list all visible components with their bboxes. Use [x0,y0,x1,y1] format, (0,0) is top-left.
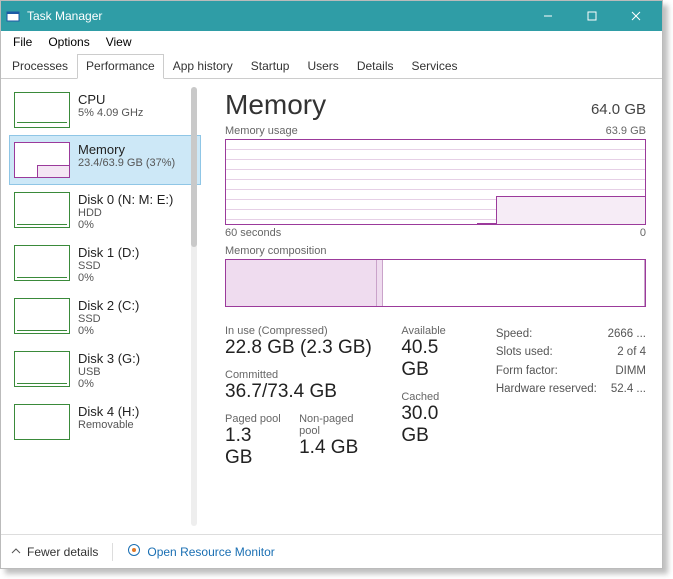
chevron-up-icon [11,545,21,559]
tabbar: Processes Performance App history Startu… [1,53,662,79]
open-resource-monitor-label: Open Resource Monitor [147,545,274,559]
sidebar-item-disk2[interactable]: Disk 2 (C:)SSD0% [9,291,201,344]
sidebar-item-label: Memory [78,142,175,157]
tab-startup[interactable]: Startup [242,54,299,79]
menubar: File Options View [1,31,662,53]
footer-divider [112,543,113,561]
detail-pane: Memory 64.0 GB Memory usage 63.9 GB 60 s… [201,79,662,534]
tab-app-history[interactable]: App history [164,54,242,79]
sidebar-item-disk4[interactable]: Disk 4 (H:)Removable [9,397,201,447]
tab-services[interactable]: Services [403,54,467,79]
paged-value: 1.3 GB [225,425,281,469]
sidebar-item-disk0[interactable]: Disk 0 (N: M: E:)HDD0% [9,185,201,238]
in-use-label: In use (Compressed) [225,325,373,337]
sidebar-item-sub: SSD [78,313,139,325]
sidebar-item-disk1[interactable]: Disk 1 (D:)SSD0% [9,238,201,291]
hw-val: 52.4 ... [611,380,646,398]
tab-details[interactable]: Details [348,54,403,79]
paged-label: Paged pool [225,413,281,425]
page-title: Memory [225,89,326,121]
sidebar-item-label: CPU [78,92,143,107]
disk-thumb [14,245,70,281]
capacity-value: 64.0 GB [591,101,646,118]
axis-right: 0 [640,227,646,239]
footer: Fewer details Open Resource Monitor [1,534,662,568]
cached-label: Cached [401,391,468,403]
cpu-thumb [14,92,70,128]
close-button[interactable] [614,1,658,31]
menu-view[interactable]: View [98,33,140,51]
tab-processes[interactable]: Processes [3,54,77,79]
composition-label: Memory composition [225,245,326,257]
window-title: Task Manager [27,9,526,23]
sidebar-item-label: Disk 3 (G:) [78,351,140,366]
task-manager-window: Task Manager File Options View Processes… [0,0,663,569]
usage-label: Memory usage [225,125,298,137]
speed-key: Speed: [496,325,532,343]
nonpaged-label: Non-paged pool [299,413,373,437]
app-icon [5,8,21,24]
disk-thumb [14,192,70,228]
sidebar-item-memory[interactable]: Memory23.4/63.9 GB (37%) [9,135,201,185]
sidebar-item-sub: HDD [78,207,173,219]
sidebar-item-label: Disk 2 (C:) [78,298,139,313]
sidebar-item-label: Disk 1 (D:) [78,245,139,260]
resource-monitor-icon [127,543,141,560]
disk-thumb [14,404,70,440]
open-resource-monitor-link[interactable]: Open Resource Monitor [127,543,274,560]
minimize-button[interactable] [526,1,570,31]
sidebar-item-pct: 0% [78,219,173,231]
sidebar-scrollbar[interactable] [191,87,197,526]
usage-max: 63.9 GB [606,125,646,137]
sidebar-item-pct: 0% [78,272,139,284]
sidebar-item-pct: 0% [78,325,139,337]
form-key: Form factor: [496,362,558,380]
slots-key: Slots used: [496,343,553,361]
sidebar-item-sub: SSD [78,260,139,272]
sidebar-item-sub: 5% 4.09 GHz [78,107,143,119]
disk-thumb [14,351,70,387]
sidebar-item-sub: Removable [78,419,139,431]
menu-options[interactable]: Options [40,33,97,51]
form-val: DIMM [615,362,646,380]
sidebar-item-disk3[interactable]: Disk 3 (G:)USB0% [9,344,201,397]
axis-left: 60 seconds [225,227,281,239]
memory-usage-chart [225,139,646,225]
disk-thumb [14,298,70,334]
available-value: 40.5 GB [401,337,468,381]
slots-val: 2 of 4 [617,343,646,361]
committed-label: Committed [225,369,373,381]
in-use-value: 22.8 GB (2.3 GB) [225,337,373,359]
menu-file[interactable]: File [5,33,40,51]
committed-value: 36.7/73.4 GB [225,381,373,403]
cached-value: 30.0 GB [401,403,468,447]
titlebar[interactable]: Task Manager [1,1,662,31]
sidebar-item-label: Disk 0 (N: M: E:) [78,192,173,207]
tab-users[interactable]: Users [298,54,347,79]
memory-composition-chart [225,259,646,307]
sidebar-item-sub: 23.4/63.9 GB (37%) [78,157,175,169]
sidebar-item-label: Disk 4 (H:) [78,404,139,419]
fewer-details-button[interactable]: Fewer details [11,545,98,559]
fewer-details-label: Fewer details [27,545,98,559]
maximize-button[interactable] [570,1,614,31]
tab-performance[interactable]: Performance [77,54,164,79]
sidebar-item-pct: 0% [78,378,140,390]
hw-key: Hardware reserved: [496,380,597,398]
sidebar-item-cpu[interactable]: CPU5% 4.09 GHz [9,85,201,135]
sidebar: CPU5% 4.09 GHz Memory23.4/63.9 GB (37%) … [1,79,201,534]
body: CPU5% 4.09 GHz Memory23.4/63.9 GB (37%) … [1,79,662,534]
memory-thumb [14,142,70,178]
available-label: Available [401,325,468,337]
nonpaged-value: 1.4 GB [299,437,373,459]
speed-val: 2666 ... [608,325,646,343]
sidebar-item-sub: USB [78,366,140,378]
